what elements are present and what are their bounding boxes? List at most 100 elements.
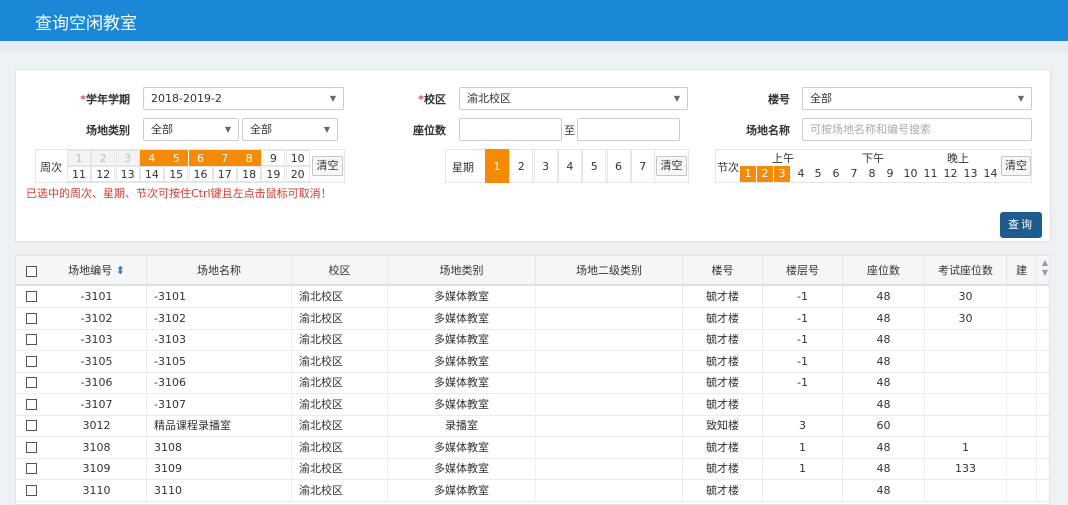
- week-cell[interactable]: 7: [212, 150, 237, 166]
- table-cell: [536, 479, 683, 501]
- weekday-cell[interactable]: 5: [582, 149, 607, 183]
- weekday-cell[interactable]: 7: [630, 149, 655, 183]
- table-row[interactable]: -3103 -3103 渝北校区 多媒体教室 毓才楼 -1 48: [16, 329, 1049, 351]
- table-cell: [925, 479, 1007, 501]
- table-row[interactable]: 3012 精品课程录播室 渝北校区 录播室 致知楼 3 60: [16, 415, 1049, 437]
- table-cell: -3107: [47, 393, 147, 415]
- section-cell[interactable]: 14: [981, 166, 1000, 182]
- week-cell[interactable]: 18: [237, 166, 262, 182]
- week-cell[interactable]: 1: [67, 150, 91, 166]
- week-cell[interactable]: 12: [91, 166, 116, 182]
- row-checkbox[interactable]: [26, 463, 37, 474]
- section-cell[interactable]: 3: [774, 166, 790, 182]
- week-cell[interactable]: 4: [139, 150, 164, 166]
- column-header[interactable]: 场地二级类别: [536, 256, 683, 286]
- weekday-cell[interactable]: 2: [509, 149, 534, 183]
- column-header[interactable]: 楼号: [683, 256, 763, 286]
- section-cell[interactable]: 4: [793, 166, 809, 182]
- scroll-arrows-icon[interactable]: ▲ ▼: [1040, 258, 1050, 282]
- row-checkbox[interactable]: [26, 291, 37, 302]
- column-header[interactable]: 建: [1007, 256, 1037, 286]
- column-header[interactable]: 考试座位数: [925, 256, 1007, 286]
- seats-label: 座位数: [413, 124, 446, 137]
- table-row[interactable]: -3102 -3102 渝北校区 多媒体教室 毓才楼 -1 48 30: [16, 307, 1049, 330]
- column-header[interactable]: 校区: [292, 256, 388, 286]
- week-cell[interactable]: 6: [188, 150, 213, 166]
- week-cell[interactable]: 3: [115, 150, 140, 166]
- weekday-cell[interactable]: 3: [533, 149, 558, 183]
- weekday-cell[interactable]: 4: [557, 149, 582, 183]
- column-header[interactable]: 场地名称: [147, 256, 292, 286]
- table-cell: 48: [843, 307, 925, 329]
- row-checkbox[interactable]: [26, 312, 37, 324]
- type-select-1[interactable]: 全部 ▼: [143, 118, 239, 141]
- table-row[interactable]: 3109 3109 渝北校区 多媒体教室 毓才楼 1 48 133: [16, 458, 1049, 480]
- row-checkbox[interactable]: [26, 334, 37, 345]
- table-cell: 3: [763, 415, 843, 436]
- table-cell: 渝北校区: [292, 415, 388, 436]
- column-header[interactable]: 场地编号 ⬍: [47, 256, 147, 286]
- section-cell[interactable]: 8: [864, 166, 880, 182]
- campus-select[interactable]: 渝北校区 ▼: [459, 87, 688, 110]
- row-checkbox[interactable]: [26, 377, 37, 388]
- row-checkbox[interactable]: [26, 441, 37, 453]
- table-cell: -3101: [47, 286, 147, 307]
- week-cell[interactable]: 19: [261, 166, 286, 182]
- section-cell[interactable]: 12: [941, 166, 960, 182]
- table-row[interactable]: -3107 -3107 渝北校区 多媒体教室 毓才楼 48: [16, 393, 1049, 416]
- section-cell[interactable]: 2: [757, 166, 773, 182]
- row-checkbox[interactable]: [26, 398, 37, 410]
- table-row[interactable]: -3106 -3106 渝北校区 多媒体教室 毓才楼 -1 48: [16, 372, 1049, 394]
- select-all-checkbox[interactable]: [26, 266, 37, 277]
- row-checkbox[interactable]: [26, 420, 37, 431]
- week-cell[interactable]: 13: [115, 166, 140, 182]
- week-cell[interactable]: 2: [91, 150, 116, 166]
- building-select[interactable]: 全部 ▼: [802, 87, 1032, 110]
- table-cell: -3107: [147, 393, 292, 415]
- table-cell: 48: [843, 479, 925, 501]
- weekday-clear-button[interactable]: 清空: [656, 156, 687, 176]
- table-cell: 精品课程录播室: [147, 415, 292, 436]
- week-cell[interactable]: 10: [285, 150, 310, 166]
- seats-max-input[interactable]: [577, 118, 680, 141]
- table-cell: 毓才楼: [683, 458, 763, 479]
- week-cell[interactable]: 9: [261, 150, 286, 166]
- row-checkbox[interactable]: [26, 355, 37, 367]
- weekday-cell[interactable]: 1: [485, 149, 509, 183]
- query-button[interactable]: 查询: [1000, 212, 1042, 238]
- week-cell[interactable]: 15: [164, 166, 189, 182]
- term-select[interactable]: 2018-2019-2 ▼: [143, 87, 344, 110]
- name-search-input[interactable]: 可按场地名称和编号搜索: [802, 118, 1032, 141]
- table-row[interactable]: 3110 3110 渝北校区 多媒体教室 毓才楼 48: [16, 479, 1049, 502]
- table-cell: 渝北校区: [292, 436, 388, 458]
- week-cell[interactable]: 14: [139, 166, 164, 182]
- column-header[interactable]: 座位数: [843, 256, 925, 286]
- section-cell[interactable]: 10: [901, 166, 920, 182]
- weekday-cell[interactable]: 6: [606, 149, 631, 183]
- type-select-2[interactable]: 全部 ▼: [242, 118, 338, 141]
- section-cell[interactable]: 11: [921, 166, 940, 182]
- section-cell[interactable]: 13: [961, 166, 980, 182]
- section-cell[interactable]: 5: [810, 166, 826, 182]
- section-cell[interactable]: 6: [828, 166, 844, 182]
- section-cell[interactable]: 9: [882, 166, 898, 182]
- column-header[interactable]: 楼层号: [763, 256, 843, 286]
- section-cell[interactable]: 1: [740, 166, 756, 182]
- week-cell[interactable]: 5: [164, 150, 189, 166]
- table-row[interactable]: -3105 -3105 渝北校区 多媒体教室 毓才楼 -1 48: [16, 350, 1049, 373]
- seats-min-input[interactable]: [459, 118, 562, 141]
- table-row[interactable]: 3108 3108 渝北校区 多媒体教室 毓才楼 1 48 1: [16, 436, 1049, 459]
- sort-icon[interactable]: ⬍: [112, 264, 125, 277]
- row-checkbox[interactable]: [26, 484, 37, 496]
- week-cell[interactable]: 16: [188, 166, 213, 182]
- week-cell[interactable]: 8: [237, 150, 262, 166]
- section-clear-button[interactable]: 清空: [1001, 156, 1031, 176]
- section-cell[interactable]: 7: [846, 166, 862, 182]
- week-clear-button[interactable]: 清空: [312, 156, 343, 176]
- column-header[interactable]: 场地类别: [388, 256, 536, 286]
- week-cell[interactable]: 17: [212, 166, 237, 182]
- table-row[interactable]: -3101 -3101 渝北校区 多媒体教室 毓才楼 -1 48 30: [16, 286, 1049, 308]
- table-cell: 多媒体教室: [388, 350, 536, 372]
- week-cell[interactable]: 11: [67, 166, 91, 182]
- week-cell[interactable]: 20: [285, 166, 310, 182]
